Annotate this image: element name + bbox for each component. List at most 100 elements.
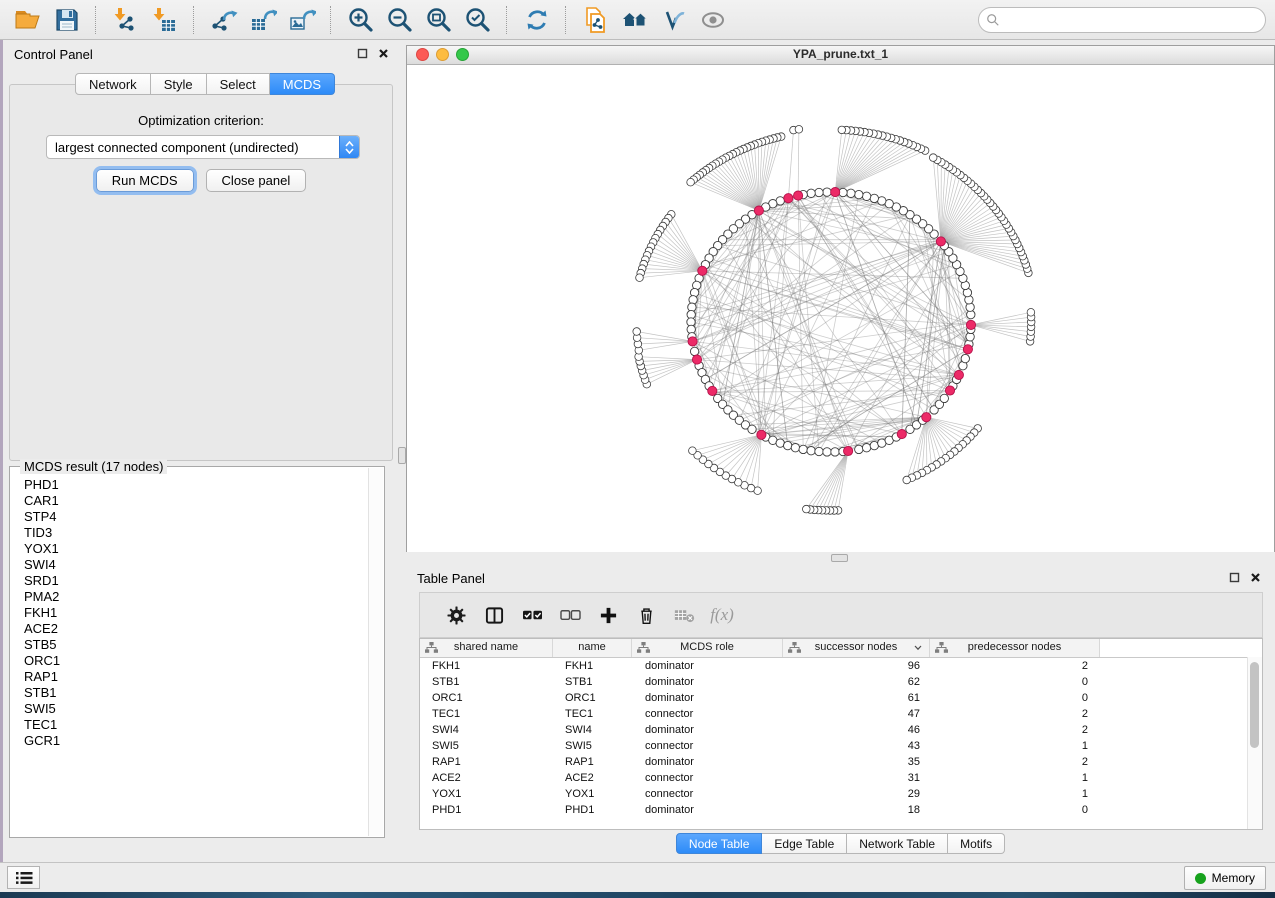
table-row[interactable]: PHD1PHD1dominator180 bbox=[420, 802, 1262, 818]
cell-name[interactable]: FKH1 bbox=[553, 658, 632, 674]
mcds-result-list[interactable]: PHD1CAR1STP4TID3YOX1SWI4SRD1PMA2FKH1ACE2… bbox=[11, 477, 368, 835]
select-all-button[interactable] bbox=[513, 597, 551, 633]
cell-predecessor-nodes[interactable]: 2 bbox=[930, 706, 1100, 722]
export-table-button[interactable] bbox=[244, 3, 281, 37]
cell-shared-name[interactable]: RAP1 bbox=[420, 754, 553, 770]
refresh-button[interactable] bbox=[518, 3, 555, 37]
mcds-result-item[interactable]: TID3 bbox=[24, 525, 368, 541]
mcds-result-item[interactable]: STB1 bbox=[24, 685, 368, 701]
cell-predecessor-nodes[interactable]: 2 bbox=[930, 754, 1100, 770]
table-row[interactable]: SWI5SWI5connector431 bbox=[420, 738, 1262, 754]
annotation-mode-button[interactable] bbox=[655, 3, 692, 37]
cell-name[interactable]: STB1 bbox=[553, 674, 632, 690]
open-session-button[interactable] bbox=[9, 3, 46, 37]
settings-button[interactable] bbox=[437, 597, 475, 633]
cell-predecessor-nodes[interactable]: 0 bbox=[930, 690, 1100, 706]
column-header-predecessor-nodes[interactable]: predecessor nodes bbox=[930, 639, 1100, 657]
network-graph[interactable] bbox=[407, 65, 1274, 552]
window-close-button[interactable] bbox=[416, 48, 429, 61]
export-image-button[interactable] bbox=[283, 3, 320, 37]
import-network-button[interactable] bbox=[107, 3, 144, 37]
cell-successor-nodes[interactable]: 96 bbox=[783, 658, 930, 674]
tab-network-table[interactable]: Network Table bbox=[847, 833, 948, 854]
zoom-fit-button[interactable] bbox=[420, 3, 457, 37]
cell-name[interactable]: SWI5 bbox=[553, 738, 632, 754]
close-panel-button-mcds[interactable]: Close panel bbox=[206, 169, 307, 192]
column-header-successor-nodes[interactable]: successor nodes bbox=[783, 639, 930, 657]
cell-predecessor-nodes[interactable]: 2 bbox=[930, 658, 1100, 674]
tab-node-table[interactable]: Node Table bbox=[676, 833, 763, 854]
cell-successor-nodes[interactable]: 47 bbox=[783, 706, 930, 722]
zoom-in-button[interactable] bbox=[342, 3, 379, 37]
cell-MCDS-role[interactable]: dominator bbox=[632, 690, 783, 706]
cell-name[interactable]: ACE2 bbox=[553, 770, 632, 786]
mcds-result-item[interactable]: SWI5 bbox=[24, 701, 368, 717]
cell-name[interactable]: RAP1 bbox=[553, 754, 632, 770]
network-canvas[interactable] bbox=[407, 65, 1274, 552]
export-network-button[interactable] bbox=[205, 3, 242, 37]
mcds-result-item[interactable]: ORC1 bbox=[24, 653, 368, 669]
table-row[interactable]: YOX1YOX1connector291 bbox=[420, 786, 1262, 802]
window-maximize-button[interactable] bbox=[456, 48, 469, 61]
cell-successor-nodes[interactable]: 29 bbox=[783, 786, 930, 802]
mcds-result-item[interactable]: RAP1 bbox=[24, 669, 368, 685]
cell-predecessor-nodes[interactable]: 1 bbox=[930, 770, 1100, 786]
search-box[interactable] bbox=[978, 7, 1266, 33]
table-row[interactable]: ACE2ACE2connector311 bbox=[420, 770, 1262, 786]
cell-MCDS-role[interactable]: connector bbox=[632, 738, 783, 754]
cell-successor-nodes[interactable]: 31 bbox=[783, 770, 930, 786]
cell-name[interactable]: ORC1 bbox=[553, 690, 632, 706]
cell-predecessor-nodes[interactable]: 1 bbox=[930, 786, 1100, 802]
cell-name[interactable]: PHD1 bbox=[553, 802, 632, 818]
cell-shared-name[interactable]: ACE2 bbox=[420, 770, 553, 786]
table-row[interactable]: TEC1TEC1connector472 bbox=[420, 706, 1262, 722]
tab-mcds[interactable]: MCDS bbox=[270, 73, 335, 95]
mcds-result-item[interactable]: STP4 bbox=[24, 509, 368, 525]
cell-MCDS-role[interactable]: dominator bbox=[632, 754, 783, 770]
float-panel-button[interactable] bbox=[356, 47, 369, 60]
table-row[interactable]: SWI4SWI4dominator462 bbox=[420, 722, 1262, 738]
cell-MCDS-role[interactable]: dominator bbox=[632, 802, 783, 818]
column-header-MCDS-role[interactable]: MCDS role bbox=[632, 639, 783, 657]
table-close-button[interactable] bbox=[1249, 571, 1262, 584]
cell-shared-name[interactable]: PHD1 bbox=[420, 802, 553, 818]
cell-shared-name[interactable]: SWI4 bbox=[420, 722, 553, 738]
tab-select[interactable]: Select bbox=[207, 73, 270, 95]
cell-successor-nodes[interactable]: 46 bbox=[783, 722, 930, 738]
cell-MCDS-role[interactable]: connector bbox=[632, 786, 783, 802]
cell-shared-name[interactable]: STB1 bbox=[420, 674, 553, 690]
cell-MCDS-role[interactable]: dominator bbox=[632, 658, 783, 674]
split-panel-button[interactable] bbox=[475, 597, 513, 633]
cell-successor-nodes[interactable]: 62 bbox=[783, 674, 930, 690]
table-row[interactable]: ORC1ORC1dominator610 bbox=[420, 690, 1262, 706]
cell-predecessor-nodes[interactable]: 1 bbox=[930, 738, 1100, 754]
network-window-titlebar[interactable]: YPA_prune.txt_1 bbox=[407, 46, 1274, 65]
mcds-result-item[interactable]: YOX1 bbox=[24, 541, 368, 557]
column-header-name[interactable]: name bbox=[553, 639, 632, 657]
cell-successor-nodes[interactable]: 35 bbox=[783, 754, 930, 770]
cell-successor-nodes[interactable]: 61 bbox=[783, 690, 930, 706]
table-row[interactable]: FKH1FKH1dominator962 bbox=[420, 658, 1262, 674]
table-scrollbar[interactable] bbox=[1247, 657, 1262, 829]
memory-button[interactable]: Memory bbox=[1184, 866, 1266, 890]
cell-successor-nodes[interactable]: 18 bbox=[783, 802, 930, 818]
zoom-out-button[interactable] bbox=[381, 3, 418, 37]
task-history-button[interactable] bbox=[7, 866, 40, 889]
cell-MCDS-role[interactable]: dominator bbox=[632, 722, 783, 738]
cell-name[interactable]: SWI4 bbox=[553, 722, 632, 738]
cell-shared-name[interactable]: SWI5 bbox=[420, 738, 553, 754]
mcds-result-item[interactable]: SRD1 bbox=[24, 573, 368, 589]
cell-predecessor-nodes[interactable]: 0 bbox=[930, 674, 1100, 690]
save-session-button[interactable] bbox=[48, 3, 85, 37]
mcds-result-item[interactable]: CAR1 bbox=[24, 493, 368, 509]
cell-MCDS-role[interactable]: connector bbox=[632, 770, 783, 786]
show-hide-button[interactable] bbox=[694, 3, 731, 37]
column-header-shared-name[interactable]: shared name bbox=[420, 639, 553, 657]
close-panel-button[interactable] bbox=[377, 47, 390, 60]
cell-shared-name[interactable]: TEC1 bbox=[420, 706, 553, 722]
mcds-result-item[interactable]: SWI4 bbox=[24, 557, 368, 573]
tab-edge-table[interactable]: Edge Table bbox=[762, 833, 847, 854]
mcds-result-item[interactable]: STB5 bbox=[24, 637, 368, 653]
search-input[interactable] bbox=[1004, 9, 1261, 31]
table-float-button[interactable] bbox=[1228, 571, 1241, 584]
